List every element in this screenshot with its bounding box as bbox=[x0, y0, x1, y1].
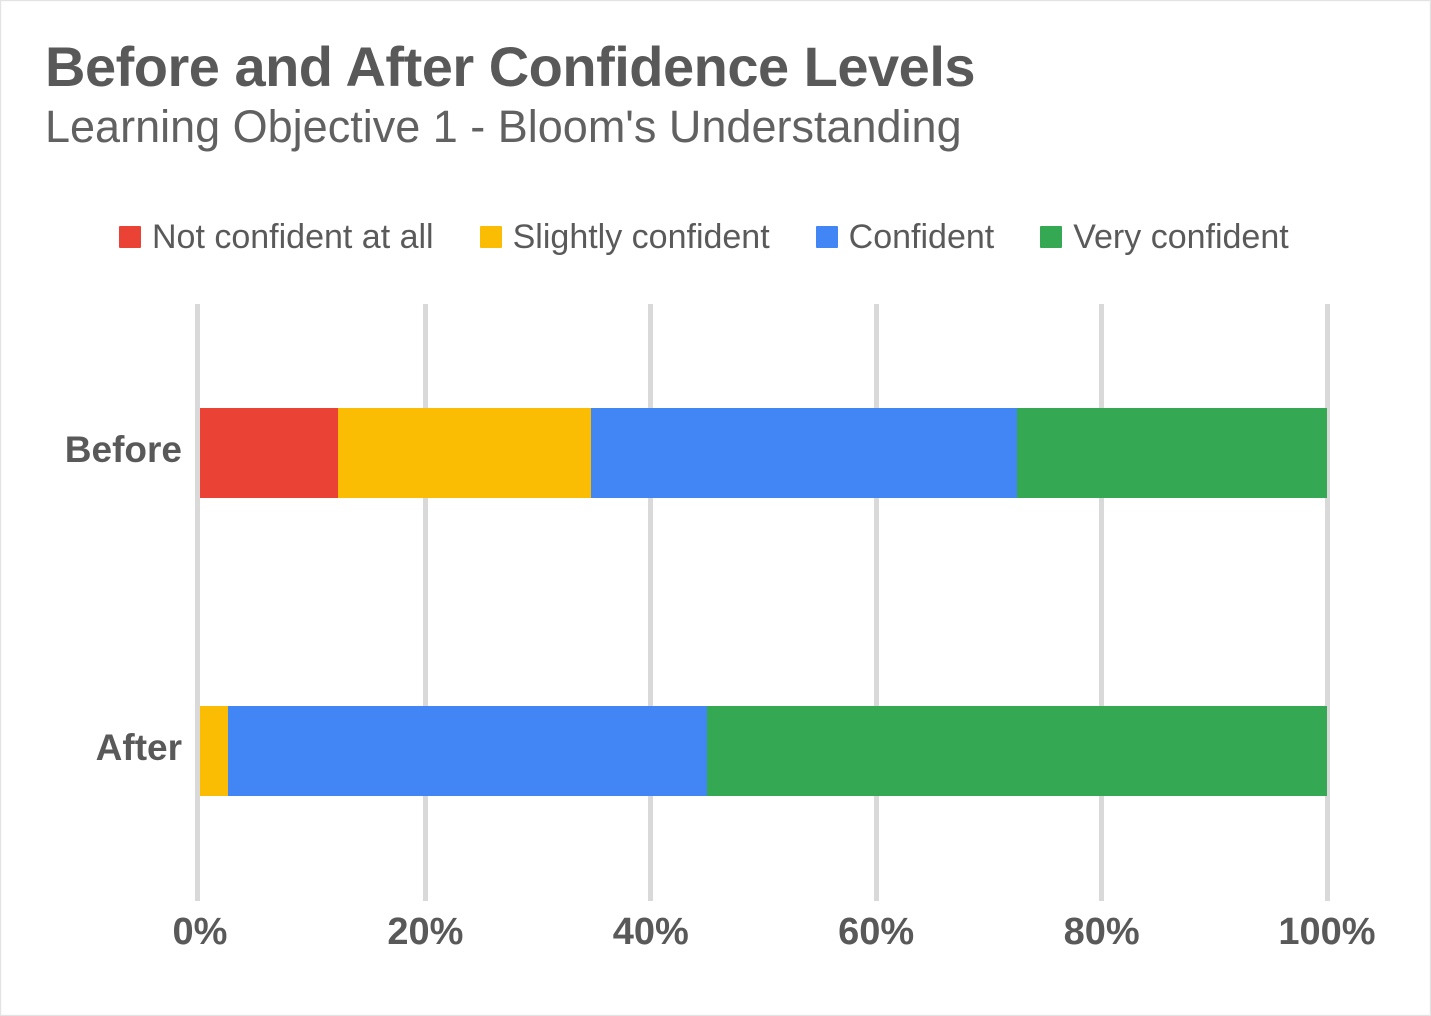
bar-row-after bbox=[200, 706, 1327, 796]
legend-item-not-confident-at-all[interactable]: Not confident at all bbox=[119, 220, 434, 254]
gridline bbox=[648, 304, 654, 901]
x-axis-tick-labels: 0% 20% 40% 60% 80% 100% bbox=[173, 911, 1376, 973]
gridline bbox=[1324, 304, 1330, 901]
chart-legend: Not confident at all Slightly confident … bbox=[119, 213, 1289, 261]
category-label-before: Before bbox=[64, 429, 182, 470]
bar-segment[interactable] bbox=[200, 408, 339, 498]
legend-label: Not confident at all bbox=[152, 218, 434, 256]
x-tick-label: 0% bbox=[172, 911, 228, 953]
square-swatch-icon bbox=[1040, 226, 1063, 248]
bar-segment[interactable] bbox=[338, 408, 592, 498]
bar-segment[interactable] bbox=[228, 706, 708, 796]
bar-row-before bbox=[200, 408, 1327, 498]
square-swatch-icon bbox=[815, 226, 838, 248]
gridline bbox=[873, 304, 879, 901]
x-tick-label: 100% bbox=[1278, 911, 1376, 953]
chart-title: Before and After Confidence Levels bbox=[45, 35, 976, 98]
legend-label: Confident bbox=[848, 218, 995, 256]
chart-header: Before and After Confidence Levels Learn… bbox=[45, 37, 1345, 153]
x-tick-label: 40% bbox=[612, 911, 689, 953]
square-swatch-icon bbox=[479, 226, 502, 248]
chart-card: Before and After Confidence Levels Learn… bbox=[0, 0, 1431, 1016]
category-label-after: After bbox=[95, 727, 182, 768]
chart-subtitle: Learning Objective 1 - Bloom's Understan… bbox=[45, 101, 962, 153]
legend-item-very-confident[interactable]: Very confident bbox=[1040, 218, 1289, 256]
legend-item-confident[interactable]: Confident bbox=[815, 218, 995, 256]
bar-segment[interactable] bbox=[1017, 408, 1327, 498]
x-tick-label: 60% bbox=[838, 911, 915, 953]
legend-label: Very confident bbox=[1073, 218, 1289, 256]
x-tick-label: 80% bbox=[1063, 911, 1140, 953]
y-axis-line bbox=[195, 304, 200, 901]
x-tick-label: 20% bbox=[387, 911, 464, 953]
bar-segment[interactable] bbox=[707, 706, 1327, 796]
bar-segment[interactable] bbox=[200, 706, 229, 796]
plot-area bbox=[195, 304, 1330, 901]
legend-label: Slightly confident bbox=[512, 218, 770, 256]
gridline bbox=[422, 304, 428, 901]
square-swatch-icon bbox=[119, 226, 141, 248]
legend-item-slightly-confident[interactable]: Slightly confident bbox=[479, 218, 770, 256]
bar-segment[interactable] bbox=[591, 408, 1018, 498]
gridline bbox=[1099, 304, 1105, 901]
